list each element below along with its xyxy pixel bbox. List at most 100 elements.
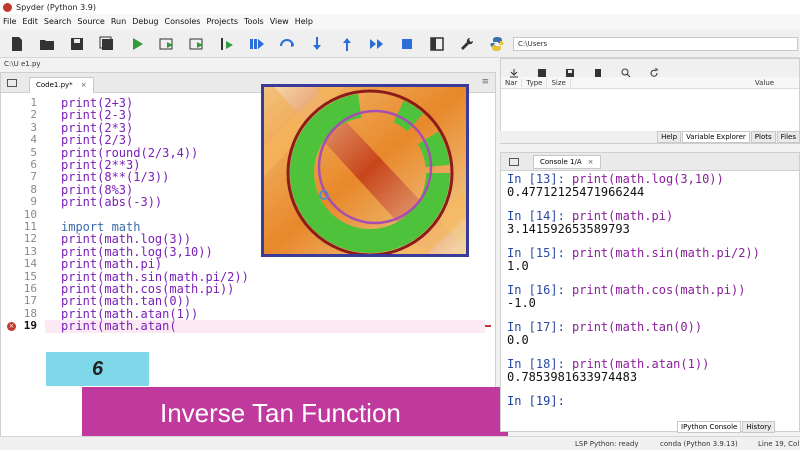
console-output-line: 0.0 xyxy=(507,332,529,347)
working-directory-field[interactable]: C:\Users xyxy=(513,37,798,51)
menu-search[interactable]: Search xyxy=(44,17,71,26)
tab-code1[interactable]: Code1.py* × xyxy=(29,76,94,93)
line-number: 9 xyxy=(30,195,37,209)
spyder-logo-icon xyxy=(3,2,12,12)
save-icon[interactable] xyxy=(66,33,88,55)
menu-tools[interactable]: Tools xyxy=(244,17,264,26)
column-name[interactable]: Nar xyxy=(501,78,523,87)
menu-help[interactable]: Help xyxy=(295,17,313,26)
new-file-icon[interactable] xyxy=(6,33,28,55)
code-line[interactable]: print(math.tan(0)) xyxy=(61,295,191,308)
ipython-console-pane: Console 1/A × In [13]: print(math.log(3,… xyxy=(500,152,800,432)
save-all-icon[interactable] xyxy=(96,33,118,55)
code-line[interactable]: print(2-3) xyxy=(61,109,133,122)
maximize-pane-icon[interactable] xyxy=(426,33,448,55)
console-input-line: In [17]: print(math.tan(0)) xyxy=(507,321,797,334)
console-input-code: print(math.atan(1)) xyxy=(572,357,710,371)
menu-edit[interactable]: Edit xyxy=(22,17,38,26)
variable-table-header: Nar Type Size Value xyxy=(501,77,799,89)
menu-run[interactable]: Run xyxy=(111,17,126,26)
menu-bar: File Edit Search Source Run Debug Consoles Proj… xyxy=(0,14,800,29)
video-overlay-image xyxy=(261,84,469,257)
code-line[interactable]: print(math.log(3)) xyxy=(61,233,191,246)
step-out-icon[interactable] xyxy=(336,33,358,55)
console-output-line: 1.0 xyxy=(507,258,529,273)
console-output-line: 0.47712125471966244 xyxy=(507,184,645,199)
topic-banner: Inverse Tan Function xyxy=(82,387,508,439)
menu-file[interactable]: File xyxy=(3,17,16,26)
error-scroll-marker xyxy=(485,325,491,328)
import-data-icon[interactable] xyxy=(509,63,519,78)
console-prompt: In [13]: xyxy=(507,172,573,186)
tab-history[interactable]: History xyxy=(742,421,776,433)
window-title: Spyder (Python 3.9) xyxy=(16,2,96,12)
tab-console-1[interactable]: Console 1/A × xyxy=(533,154,601,169)
console-tab-bar: Console 1/A × xyxy=(501,153,799,171)
menu-view[interactable]: View xyxy=(270,17,289,26)
tab-code1-label: Code1.py* xyxy=(36,81,73,89)
console-prompt: In [14]: xyxy=(507,209,573,223)
console-output[interactable]: In [13]: print(math.log(3,10)) 0.47712125… xyxy=(507,173,797,408)
close-console-icon[interactable]: × xyxy=(588,158,594,166)
menu-consoles[interactable]: Consoles xyxy=(165,17,201,26)
step-number-badge: 6 xyxy=(46,352,149,386)
console-output-line: 0.7853981633974483 xyxy=(507,369,638,384)
browse-tabs-icon[interactable] xyxy=(7,78,17,87)
code-line[interactable]: print(2/3) xyxy=(61,134,133,147)
console-input-line: In [14]: print(math.pi) xyxy=(507,210,797,223)
tab-variable-explorer[interactable]: Variable Explorer xyxy=(682,131,750,143)
line-number: 14 xyxy=(23,257,37,271)
code-line[interactable]: print(math.pi) xyxy=(61,258,162,271)
tab-help[interactable]: Help xyxy=(657,131,682,143)
stop-icon[interactable] xyxy=(396,33,418,55)
menu-source[interactable]: Source xyxy=(77,17,104,26)
console-input-code: print(math.tan(0)) xyxy=(572,320,703,334)
console-prompt: In [15]: xyxy=(507,246,573,260)
menu-debug[interactable]: Debug xyxy=(132,17,158,26)
menu-projects[interactable]: Projects xyxy=(206,17,238,26)
save-data-icon[interactable] xyxy=(537,63,547,77)
run-cell-icon[interactable] xyxy=(156,33,178,55)
step-into-icon[interactable] xyxy=(306,33,328,55)
line-number: 7 xyxy=(30,170,37,184)
tab-plots[interactable]: Plots xyxy=(750,131,776,143)
debug-icon[interactable] xyxy=(246,33,268,55)
save-data-as-icon[interactable] xyxy=(565,63,575,77)
continue-icon[interactable] xyxy=(366,33,388,55)
title-bar: Spyder (Python 3.9) xyxy=(0,0,800,14)
console-prompt: In [18]: xyxy=(507,357,573,371)
run-icon[interactable] xyxy=(126,33,148,55)
editor-file-path: C:\U e1.py xyxy=(0,58,496,71)
search-icon[interactable] xyxy=(621,63,631,78)
open-folder-icon[interactable] xyxy=(36,33,58,55)
step-over-icon[interactable] xyxy=(276,33,298,55)
column-size[interactable]: Size xyxy=(547,78,571,87)
remove-all-icon[interactable] xyxy=(593,63,603,77)
python-path-icon[interactable] xyxy=(486,33,508,55)
tab-ipython-console[interactable]: IPython Console xyxy=(677,421,742,433)
refresh-icon[interactable] xyxy=(649,63,659,77)
console-input-line: In [13]: print(math.log(3,10)) xyxy=(507,173,797,186)
column-value[interactable]: Value xyxy=(751,79,778,87)
console-final-prompt[interactable]: In [19]: xyxy=(507,395,797,408)
options-menu-icon[interactable]: ≡ xyxy=(481,77,489,87)
close-tab-icon[interactable]: × xyxy=(81,81,87,89)
console-browse-tabs-icon[interactable] xyxy=(509,157,519,166)
column-type[interactable]: Type xyxy=(522,78,548,87)
console-input-code: print(math.sin(math.pi/2)) xyxy=(572,246,760,260)
console-input-line: In [15]: print(math.sin(math.pi/2)) xyxy=(507,247,797,260)
console-input-code: print(math.cos(math.pi)) xyxy=(572,283,746,297)
status-bar: LSP Python: ready conda (Python 3.9.13) … xyxy=(0,436,800,450)
code-line[interactable]: print(abs(-3)) xyxy=(61,196,162,209)
console-input-code: print(math.log(3,10)) xyxy=(572,172,724,186)
lsp-status: LSP Python: ready xyxy=(575,440,639,448)
code-line[interactable]: print(math.atan( xyxy=(61,320,177,333)
run-cell-advance-icon[interactable] xyxy=(186,33,208,55)
tab-files[interactable]: Files xyxy=(776,131,800,143)
code-line[interactable]: print(8**(1/3)) xyxy=(61,171,169,184)
console-prompt: In [17]: xyxy=(507,320,573,334)
preferences-icon[interactable] xyxy=(456,33,478,55)
line-number: 4 xyxy=(30,133,37,147)
run-selection-icon[interactable] xyxy=(216,33,238,55)
line-number: 12 xyxy=(23,232,37,246)
